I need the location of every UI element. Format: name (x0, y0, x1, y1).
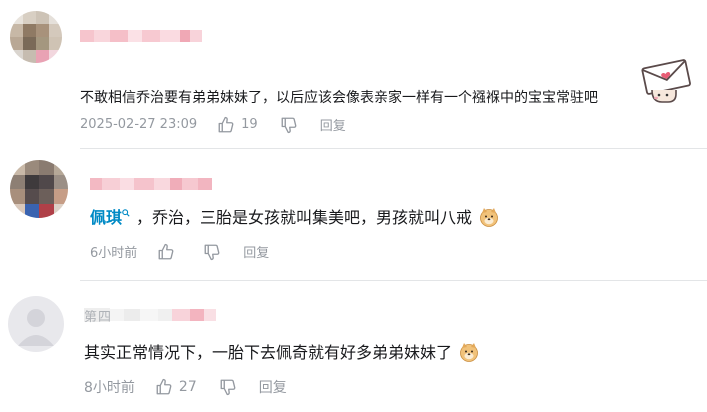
like-button[interactable]: 27 (155, 378, 197, 396)
search-mention-icon (122, 209, 130, 217)
username-blurred[interactable] (80, 28, 202, 44)
comment-time: 6小时前 (90, 246, 138, 261)
thumbs-up-icon (218, 116, 234, 132)
comment-body: 其实正常情况下，一胎下去佩奇就有好多弟弟妹妹了 (84, 343, 453, 362)
user-avatar[interactable] (10, 160, 68, 218)
love-letter-sticker (641, 59, 691, 103)
thumbs-up-icon (158, 243, 174, 259)
dislike-button[interactable] (280, 116, 298, 134)
comment-meta: 2025-02-27 23:09 19 回复 (80, 115, 346, 134)
like-count: 19 (241, 117, 258, 132)
comment-meta: 8小时前 27 回复 (84, 377, 287, 397)
comment-meta: 6小时前 回复 (90, 242, 269, 261)
comment-text: 佩琪 ，乔治，三胎是女孩就叫集美吧，男孩就叫八戒 (90, 207, 499, 229)
dislike-button[interactable] (203, 243, 221, 261)
username-blurred[interactable]: 第四 (84, 307, 224, 325)
comment-text: 其实正常情况下，一胎下去佩奇就有好多弟弟妹妹了 (84, 342, 479, 364)
doge-emoji-icon (480, 208, 499, 227)
default-avatar-icon (18, 309, 54, 346)
user-avatar[interactable] (8, 296, 64, 352)
comment-time: 2025-02-27 23:09 (80, 117, 198, 132)
comment-divider (80, 280, 707, 281)
mention-link[interactable]: 佩琪 (90, 208, 122, 227)
comment-body: ，乔治，三胎是女孩就叫集美吧，男孩就叫八戒 (136, 208, 473, 227)
username-blurred[interactable] (90, 176, 212, 192)
thumbs-up-icon (156, 378, 172, 395)
like-button[interactable] (157, 243, 181, 261)
comment-time: 8小时前 (84, 380, 135, 396)
doge-emoji-icon (460, 343, 479, 362)
like-button[interactable]: 19 (217, 116, 258, 134)
dislike-button[interactable] (219, 378, 237, 396)
comment-text: 不敢相信乔治要有弟弟妹妹了，以后应该会像表亲家一样有一个襁褓中的宝宝常驻吧 (80, 90, 598, 106)
like-count: 27 (178, 379, 197, 395)
comment-divider (80, 148, 707, 149)
user-avatar[interactable] (10, 11, 62, 63)
reply-button[interactable]: 回复 (259, 377, 287, 397)
reply-button[interactable]: 回复 (320, 115, 346, 134)
thumbs-down-icon (281, 117, 297, 133)
thumbs-down-icon (220, 379, 236, 396)
thumbs-down-icon (204, 244, 220, 260)
reply-button[interactable]: 回复 (243, 242, 269, 261)
